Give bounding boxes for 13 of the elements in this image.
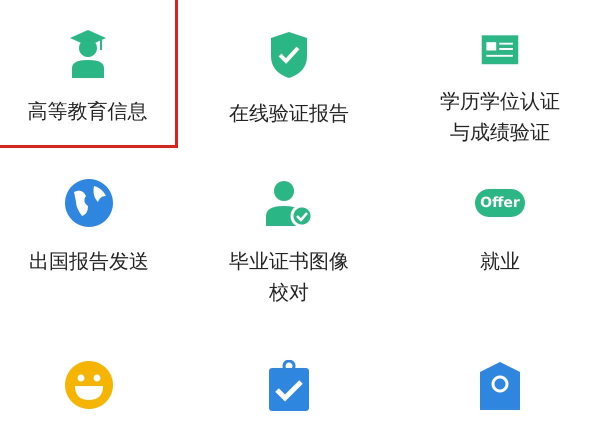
person-badge-icon bbox=[478, 360, 522, 410]
offer-icon: Offer bbox=[475, 189, 525, 217]
menu-item-label[interactable]: 学历学位认证与成绩验证 bbox=[437, 86, 563, 148]
clipboard-check-icon bbox=[267, 360, 311, 412]
menu-item-label[interactable]: 出国报告发送 bbox=[26, 246, 152, 277]
globe-icon bbox=[64, 178, 114, 228]
menu-item-label[interactable]: 在线验证报告 bbox=[226, 98, 352, 129]
shield-check-icon bbox=[269, 30, 309, 80]
menu-item-label[interactable]: 就业 bbox=[437, 246, 563, 277]
menu-item-label[interactable]: 高等教育信息 bbox=[24, 96, 150, 127]
graduate-icon bbox=[68, 28, 108, 78]
menu-item-label[interactable]: 毕业证书图像校对 bbox=[226, 246, 352, 308]
smiley-icon bbox=[64, 360, 114, 410]
